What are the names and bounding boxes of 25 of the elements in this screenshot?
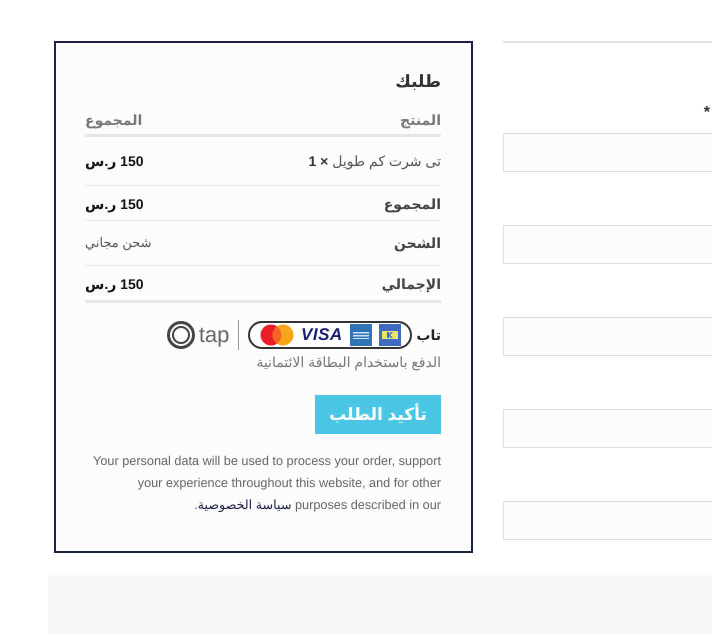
required-mark: * [702,103,711,123]
order-title: طلبك [394,71,441,93]
input-field[interactable] [503,317,712,356]
payment-method-label: تاب [416,326,441,344]
price-cell-text: 150 ر.س [85,152,144,171]
input-field[interactable] [503,501,712,540]
provider-logo-text: tap [198,322,230,348]
framed-card-icon [378,324,401,346]
total-value: شحن مجاني [85,234,152,252]
payment-description: الدفع باستخدام البطاقة الائتمانية [255,353,441,372]
total-value: 150 ر.س [85,195,144,214]
total-value: 150 ر.س [85,275,144,294]
column-header: المجموع [85,111,142,130]
ring-icon [166,321,195,349]
square-card-icon [350,324,372,346]
privacy-policy-link[interactable]: سياسة الخصوصية [198,498,292,512]
input-field[interactable] [503,133,712,172]
total-label: المجموع [384,195,441,214]
total-label: الشحن [394,234,441,253]
column-header: المنتج [400,111,441,130]
input-field[interactable] [503,409,712,448]
card-brand-wordmark: VISA [301,325,343,345]
input-field[interactable] [503,225,712,264]
total-label: الإجمالي [382,275,441,294]
overlapping-circles-icon [260,324,294,346]
